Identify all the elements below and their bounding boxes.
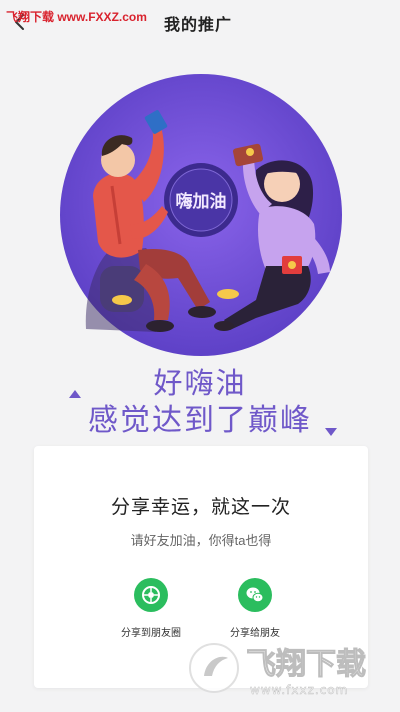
svg-text:www.fxxz.com: www.fxxz.com [250, 683, 348, 697]
moments-icon [134, 578, 168, 612]
hero-illustration: 嗨加油 [60, 74, 342, 356]
card-subtitle: 请好友加油，你得ta也得 [130, 533, 272, 548]
svg-text:飞翔下载: 飞翔下载 [246, 647, 366, 682]
card-title: 分享幸运，就这一次 [110, 497, 291, 518]
svg-text:嗨加油: 嗨加油 [176, 191, 227, 212]
tagline-line2: 感觉达到了巅峰 [88, 404, 312, 437]
page-title: 我的推广 [164, 17, 233, 34]
badge-logo: 嗨加油 [164, 163, 238, 237]
decor-triangle-right [325, 428, 337, 436]
share-moments-label: 分享到朋友圈 [121, 628, 181, 639]
brand-watermark: 飞翔下载 www.fxxz.com [189, 643, 367, 697]
watermark-text: 飞翔下载 www.FXXZ.com [6, 10, 147, 24]
wechat-icon [238, 578, 272, 612]
header-bar: 飞翔下载 www.FXXZ.com 我的推广 [0, 0, 400, 44]
share-friends-button[interactable]: 分享给朋友 [210, 578, 300, 642]
share-moments-button[interactable]: 分享到朋友圈 [106, 578, 196, 642]
